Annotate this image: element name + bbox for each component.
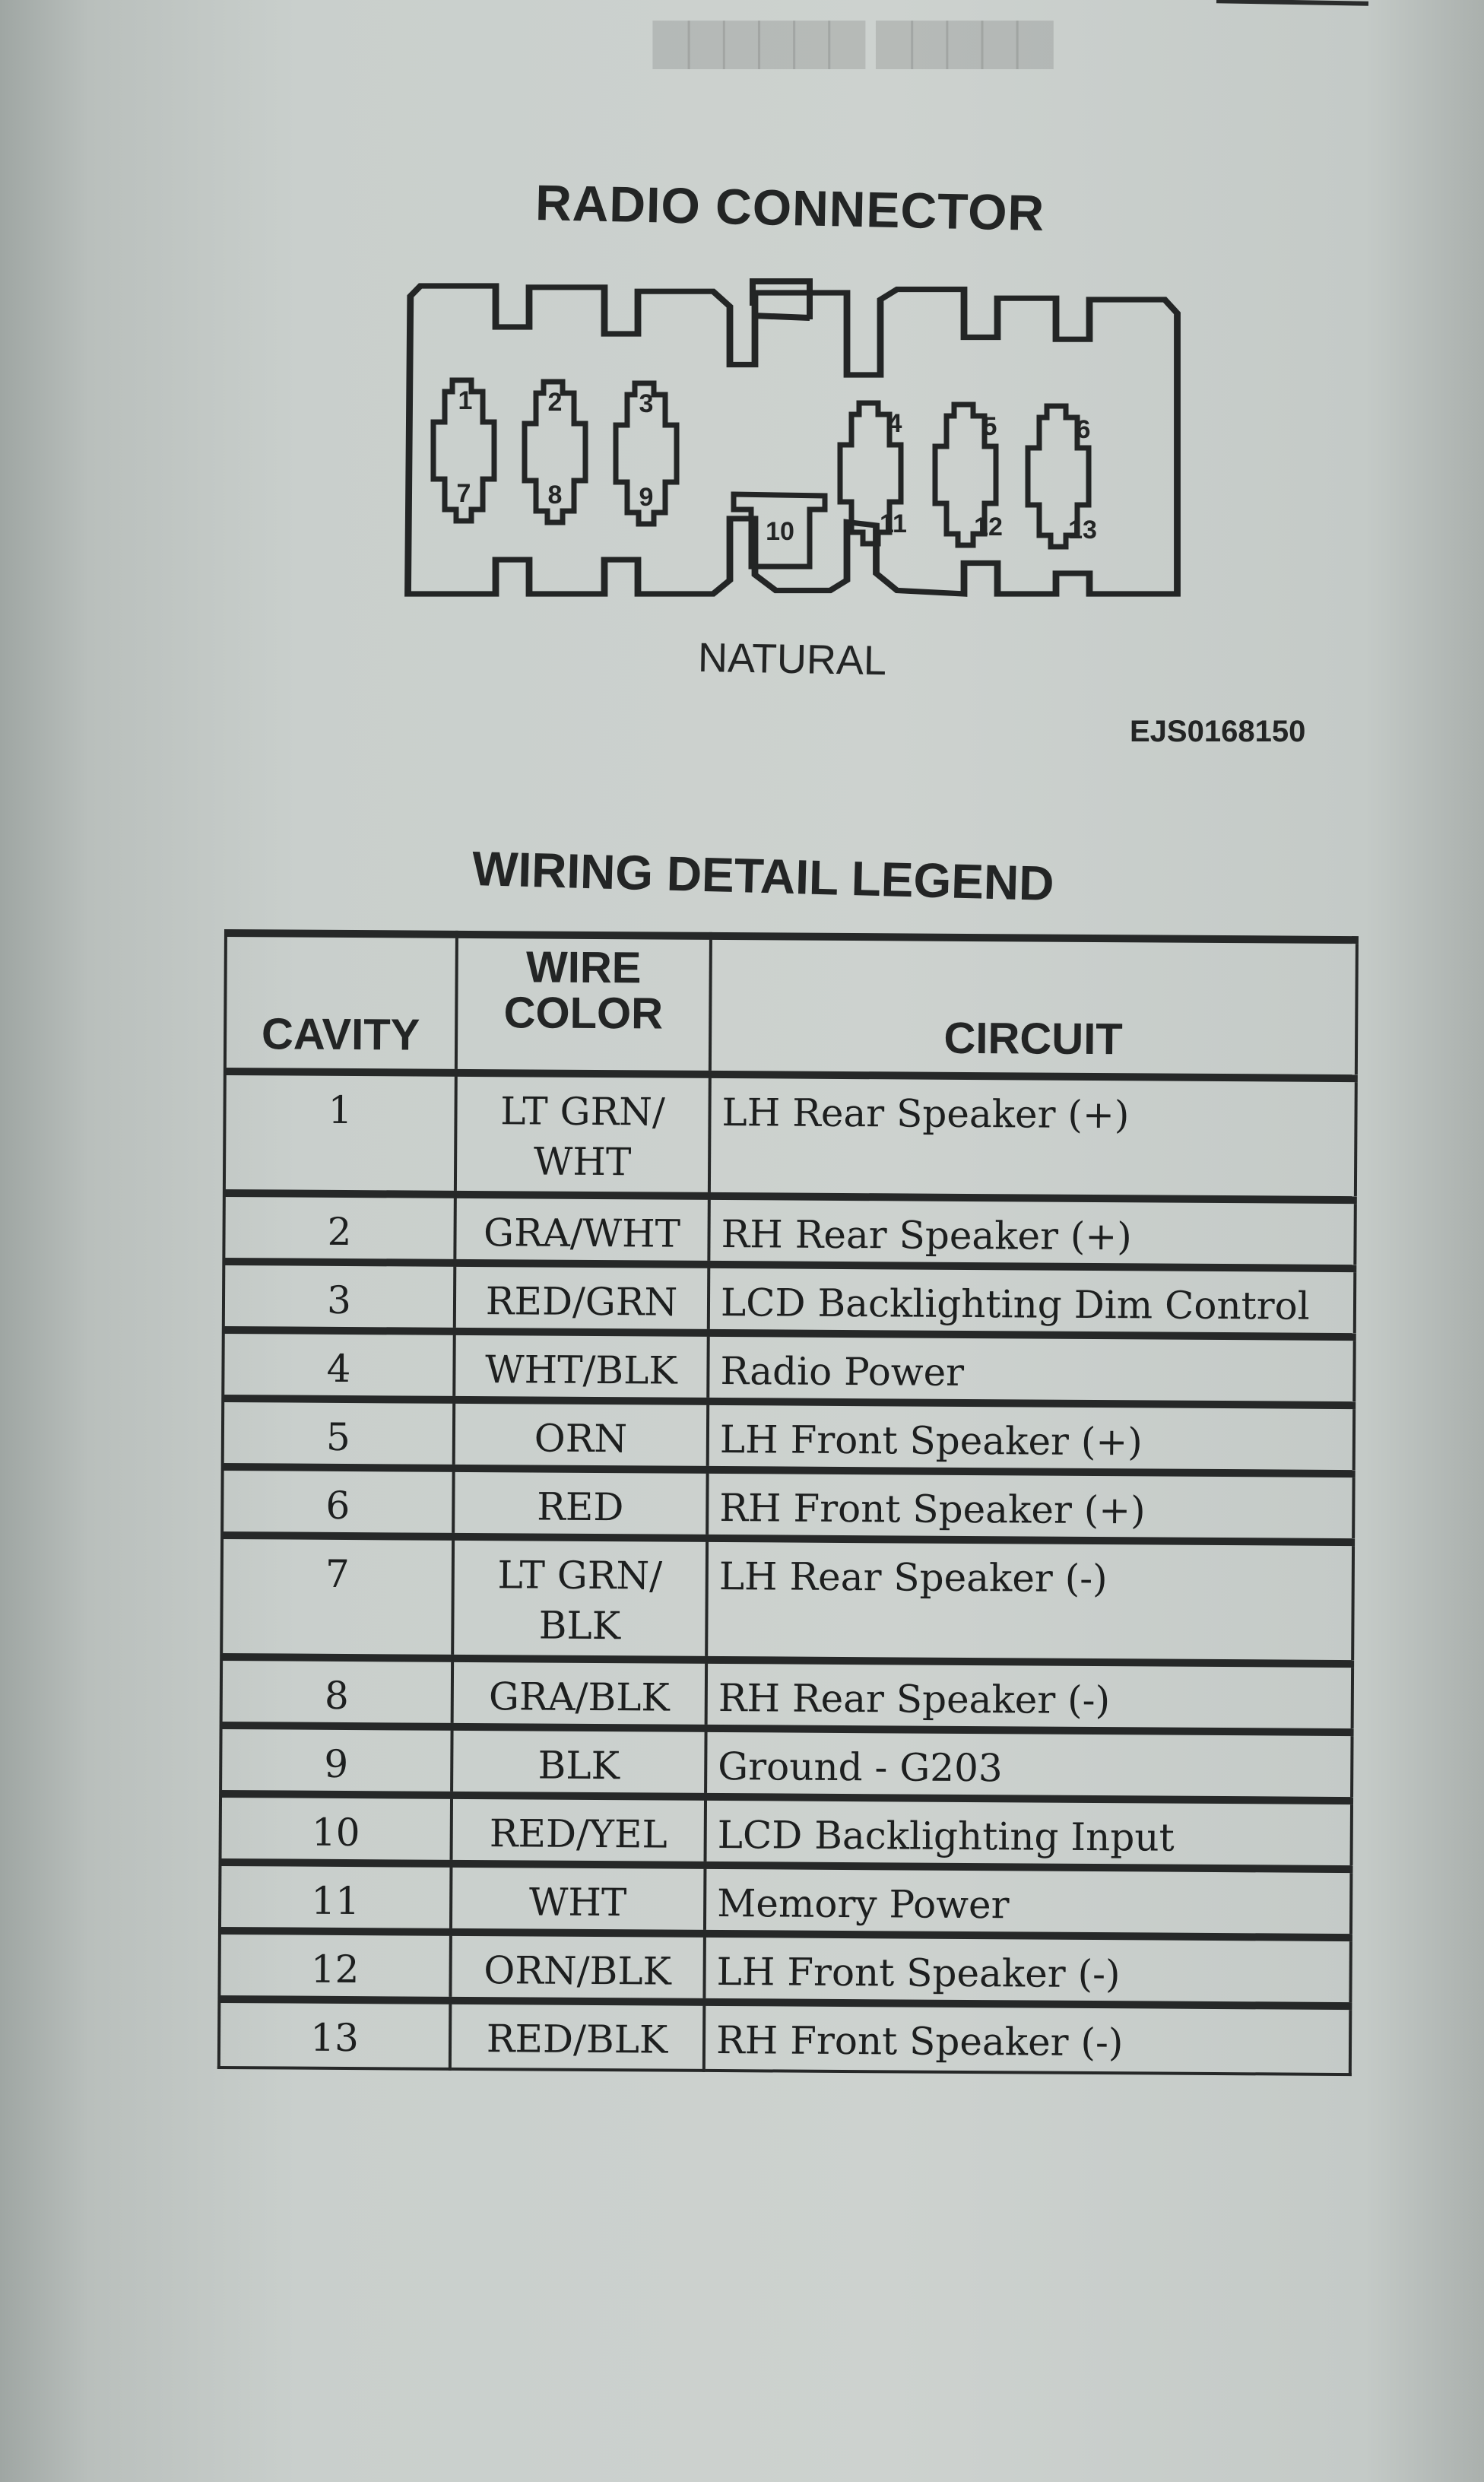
circuit-cell: Radio Power [708, 1332, 1355, 1406]
header-cavity: CAVITY [224, 933, 457, 1073]
circuit-cell: Memory Power [704, 1865, 1352, 1938]
connector-color-label: NATURAL [697, 634, 887, 684]
cavity-label: 9 [639, 483, 654, 512]
cavity-cell: 8 [220, 1656, 453, 1727]
wire-color-cell: GRA/BLK [452, 1658, 707, 1728]
figure-id: EJS0168150 [1130, 715, 1306, 748]
wire-color-cell: BLK [452, 1726, 706, 1797]
wire-color-cell: RED/GRN [454, 1262, 709, 1333]
legend-title: WIRING DETAIL LEGEND [471, 840, 1055, 912]
cavity-label: 5 [983, 412, 997, 441]
table-row: 5 ORN LH Front Speaker (+) [222, 1398, 1355, 1474]
cavity-cell: 7 [221, 1535, 454, 1658]
circuit-cell: LCD Backlighting Dim Control [708, 1264, 1356, 1338]
cavity-label: 6 [1077, 415, 1091, 444]
cavity-label: 10 [766, 517, 794, 546]
circuit-cell: Ground - G203 [706, 1728, 1352, 1801]
table-row: 3 RED/GRN LCD Backlighting Dim Control [223, 1262, 1356, 1338]
cavity-label: 8 [548, 481, 563, 509]
circuit-cell: RH Front Speaker (-) [703, 2001, 1351, 2075]
wire-color-cell: RED/YEL [451, 1795, 706, 1865]
cavity-cell: 1 [224, 1071, 456, 1195]
table-row: 11 WHT Memory Power [219, 1862, 1352, 1938]
cavity-label: 7 [457, 479, 471, 508]
table-row: 10 RED/YEL LCD Backlighting Input [220, 1793, 1352, 1870]
cavity-cell: 2 [224, 1193, 455, 1263]
circuit-cell: LH Front Speaker (-) [704, 1933, 1351, 2007]
circuit-cell: LH Rear Speaker (-) [706, 1538, 1354, 1665]
table-row: 4 WHT/BLK Radio Power [223, 1330, 1355, 1406]
header-circuit: CIRCUIT [709, 935, 1357, 1079]
cavity-cell: 3 [223, 1262, 455, 1331]
wire-color-cell: WHT [450, 1863, 706, 1934]
diagram-title: RADIO CONNECTOR [534, 173, 1045, 242]
wire-color-cell: ORN [453, 1399, 709, 1470]
cavity-cell: 6 [222, 1466, 454, 1537]
wire-color-cell: LT GRN/ BLK [452, 1536, 708, 1660]
cavity-cell: 9 [220, 1725, 452, 1795]
circuit-cell: RH Front Speaker (+) [707, 1469, 1354, 1543]
circuit-cell: RH Rear Speaker (-) [706, 1659, 1353, 1733]
wire-color-cell: LT GRN/ WHT [455, 1072, 710, 1196]
cavity-label: 13 [1068, 516, 1097, 544]
table-header-row: CAVITY WIRE COLOR CIRCUIT [224, 933, 1357, 1079]
cavity-label: 12 [974, 513, 1003, 541]
table-row: 2 GRA/WHT RH Rear Speaker (+) [224, 1193, 1356, 1269]
cavity-cell: 12 [219, 1930, 451, 2001]
circuit-cell: LH Rear Speaker (+) [709, 1074, 1356, 1201]
table-row: 12 ORN/BLK LH Front Speaker (-) [219, 1930, 1351, 2007]
bleed-through-texture: ▇▇▇▇▇ ▇▇▇▇▇▇ [654, 16, 1053, 67]
table-row: 8 GRA/BLK RH Rear Speaker (-) [220, 1656, 1353, 1733]
cavity-label: 2 [548, 388, 563, 417]
cavity-cell: 11 [219, 1862, 452, 1932]
wire-color-cell: RED/BLK [449, 2000, 705, 2071]
cavity-cell: 10 [220, 1793, 452, 1864]
table-row: 6 RED RH Front Speaker (+) [222, 1466, 1354, 1543]
wire-color-cell: RED [453, 1468, 708, 1538]
header-wire-color: WIRE COLOR [455, 934, 711, 1074]
wire-color-cell: GRA/WHT [455, 1194, 709, 1265]
wire-color-cell: ORN/BLK [450, 1931, 705, 2002]
cavity-label: 11 [880, 509, 907, 538]
table-row: 13 RED/BLK RH Front Speaker (-) [218, 1998, 1351, 2075]
table-row: 1 LT GRN/ WHT LH Rear Speaker (+) [224, 1071, 1356, 1201]
cavity-cell: 13 [218, 1998, 451, 2069]
circuit-cell: LCD Backlighting Input [705, 1796, 1352, 1870]
cavity-label: 1 [458, 386, 473, 415]
radio-connector-diagram: 1 2 3 4 5 6 7 8 9 10 11 12 13 [404, 278, 1181, 597]
cavity-label: 4 [888, 409, 902, 438]
cavity-label: 3 [639, 389, 654, 418]
cavity-cell: 4 [223, 1330, 455, 1400]
table-row: 7 LT GRN/ BLK LH Rear Speaker (-) [221, 1535, 1354, 1665]
page-top-rule [1216, 0, 1369, 6]
table-row: 9 BLK Ground - G203 [220, 1725, 1352, 1801]
cavity-cell: 5 [222, 1398, 455, 1468]
circuit-cell: RH Rear Speaker (+) [709, 1195, 1356, 1269]
wiring-legend-table: CAVITY WIRE COLOR CIRCUIT 1 LT GRN/ WHT … [217, 929, 1359, 2076]
wire-color-cell: WHT/BLK [454, 1331, 709, 1401]
circuit-cell: LH Front Speaker (+) [707, 1401, 1355, 1474]
